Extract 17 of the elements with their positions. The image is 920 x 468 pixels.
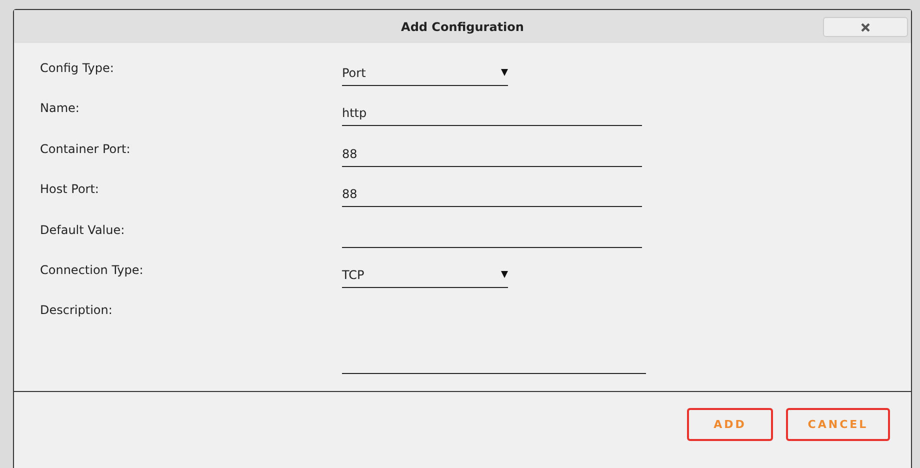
input-field[interactable]: 88 (342, 173, 642, 208)
field-label: Description: (40, 302, 114, 320)
input-field[interactable]: 88 (342, 132, 642, 167)
dropdown[interactable]: TCP (342, 254, 508, 288)
field-label: Default Value: (40, 222, 126, 239)
caret-icon (501, 271, 508, 278)
dialog-title: Add Configuration (401, 20, 524, 34)
field-label: Name: (40, 100, 80, 118)
field-label: Container Port: (40, 140, 132, 158)
field-label: Host Port: (40, 181, 100, 198)
input-field[interactable]: http (342, 92, 642, 126)
field-label: Config Type: (40, 60, 115, 77)
caret-icon (501, 69, 508, 76)
field-label: Connection Type: (40, 262, 144, 280)
dropdown[interactable]: Port (342, 52, 508, 86)
close-button[interactable] (823, 17, 908, 37)
close-icon (861, 22, 870, 32)
